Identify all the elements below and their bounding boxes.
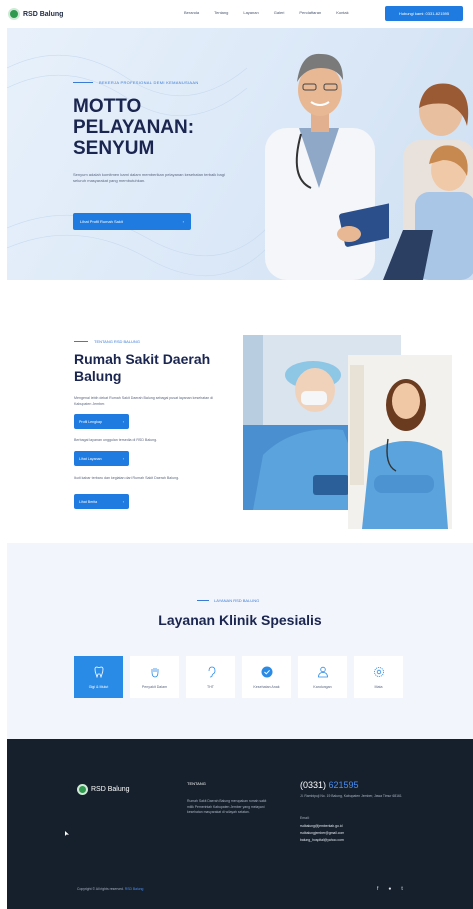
footer-copyright-link[interactable]: RSD Balung — [125, 887, 144, 891]
check-badge-icon — [260, 665, 274, 679]
tooth-icon — [92, 665, 106, 679]
footer-email-link[interactable]: balung_hospital@yahoo.com — [300, 837, 344, 844]
about-kicker: TENTANG RSD BALUNG — [74, 339, 140, 344]
footer-email-link[interactable]: rsdbalung@jemberkab.go.id — [300, 823, 344, 830]
footer-email-label: Email: — [300, 816, 310, 820]
footer-social-links: f ● t — [377, 886, 403, 892]
footer-email-link[interactable]: rsdbalungjember@gmail.com — [300, 830, 344, 837]
footer-email-list: rsdbalung@jemberkab.go.id rsdbalungjembe… — [300, 823, 344, 844]
nav-links: Beranda Tentang Layanan Galeri Pendaftar… — [184, 10, 349, 15]
top-navbar: RSD Balung Beranda Tentang Layanan Galer… — [0, 0, 473, 28]
footer-logo[interactable]: RSD Balung — [77, 784, 130, 795]
instagram-icon[interactable]: ● — [388, 886, 391, 892]
service-cards: Gigi & Mulut Penyakit Dalam THT Kesehata… — [74, 656, 403, 698]
mother-child-illustration — [383, 83, 473, 280]
hero-description: Senyum adalah komitmen kami dalam member… — [73, 172, 225, 183]
service-card-mata[interactable]: Mata — [354, 656, 403, 698]
about-services-button[interactable]: Lihat Layanan › — [74, 451, 129, 466]
service-card-gigi-mulut[interactable]: Gigi & Mulut — [74, 656, 123, 698]
services-title: Layanan Klinik Spesialis — [158, 612, 322, 628]
chevron-right-icon: › — [122, 456, 124, 461]
doctor-woman-photo — [348, 355, 452, 529]
footer-copyright: Copyright © All rights reserved. RSD Bal… — [77, 887, 144, 891]
about-paragraph-3: Ikuti kabar terbaru dan kegiatan dari Ru… — [74, 476, 180, 480]
chevron-right-icon: › — [122, 419, 124, 424]
footer: RSD Balung TENTANG Rumah Sakit Daerah Ba… — [7, 739, 473, 909]
facebook-icon[interactable]: f — [377, 886, 378, 892]
about-paragraph-2: Berbagai layanan unggulan tersedia di RS… — [74, 438, 158, 442]
footer-about-text: Rumah Sakit Daerah Balung merupakan ruma… — [187, 799, 267, 814]
about-title: Rumah Sakit Daerah Balung — [74, 351, 211, 384]
service-card-kandungan[interactable]: Kandungan — [298, 656, 347, 698]
nav-link-kontak[interactable]: Kontak — [336, 10, 348, 15]
mouse-cursor-icon — [65, 831, 69, 836]
hero-title: MOTTO PELAYANAN: SENYUM — [73, 96, 195, 159]
chevron-right-icon: › — [182, 219, 184, 224]
nav-link-layanan[interactable]: Layanan — [243, 10, 258, 15]
nav-link-galeri[interactable]: Galeri — [274, 10, 285, 15]
nav-link-tentang[interactable]: Tentang — [214, 10, 228, 15]
brand-logo[interactable]: RSD Balung — [8, 8, 63, 20]
services-section: LAYANAN RSD BALUNG Layanan Klinik Spesia… — [7, 543, 473, 739]
about-paragraph-1: Mengenal lebih dekat Rumah Sakit Daerah … — [74, 396, 214, 406]
hero-section: BEKERJA PROFESIONAL DEMI KEMANUSIAAN MOT… — [7, 28, 473, 280]
about-news-button[interactable]: Lihat Berita › — [74, 494, 129, 509]
service-card-tht[interactable]: THT — [186, 656, 235, 698]
contact-cta-button[interactable]: Hubungi kami: 0331-621595 — [385, 6, 463, 21]
footer-phone[interactable]: (0331) 621595 — [300, 780, 359, 790]
eye-gear-icon — [372, 665, 386, 679]
logo-icon — [77, 784, 88, 795]
hero-profile-button[interactable]: Lihat Profil Rumah Sakit › — [73, 213, 191, 230]
footer-address: Jl. Rambipuji No. 19 Balung, Kabupaten J… — [300, 794, 402, 798]
nav-link-beranda[interactable]: Beranda — [184, 10, 199, 15]
services-kicker: LAYANAN RSD BALUNG — [197, 598, 259, 603]
person-icon — [316, 665, 330, 679]
about-profile-button[interactable]: Profil Lengkap › — [74, 414, 129, 429]
hand-icon — [148, 665, 162, 679]
twitter-icon[interactable]: t — [401, 886, 402, 892]
logo-icon — [8, 8, 20, 20]
service-card-penyakit-dalam[interactable]: Penyakit Dalam — [130, 656, 179, 698]
footer-about-title: TENTANG — [187, 781, 206, 786]
chevron-right-icon: › — [122, 499, 124, 504]
hero-kicker: BEKERJA PROFESIONAL DEMI KEMANUSIAAN — [73, 80, 199, 85]
ear-icon — [204, 665, 218, 679]
brand-name: RSD Balung — [23, 10, 64, 18]
service-card-kesehatan-anak[interactable]: Kesehatan Anak — [242, 656, 291, 698]
nav-link-pendaftaran[interactable]: Pendaftaran — [299, 10, 321, 15]
